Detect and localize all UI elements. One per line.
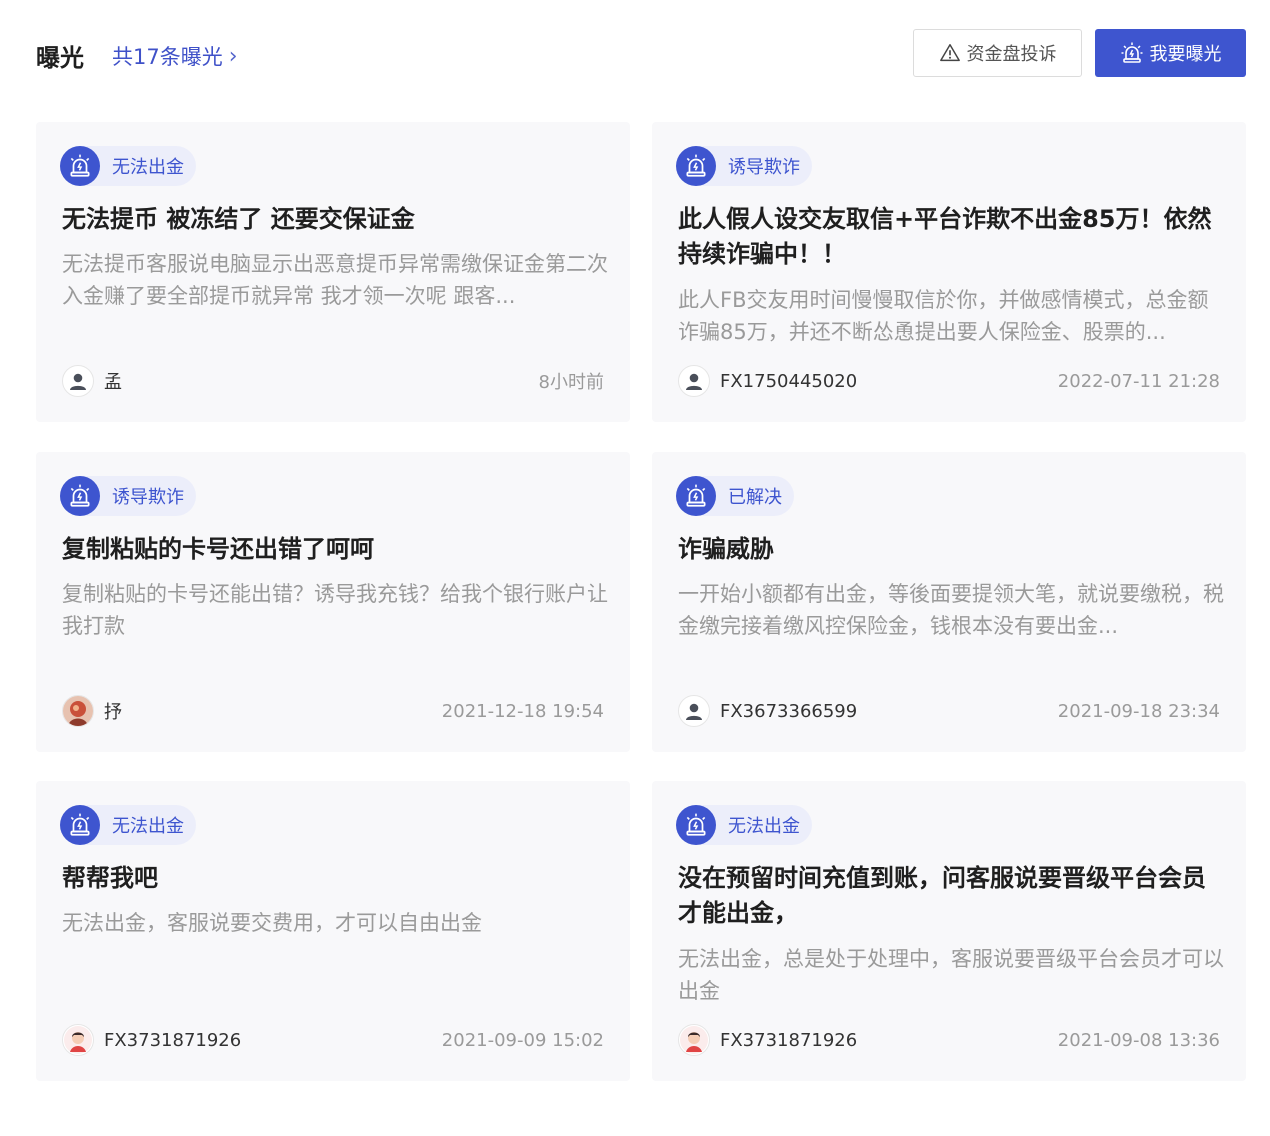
category-tag-label: 无法出金 [728,816,800,837]
card-title: 诈骗威胁 [678,535,774,563]
exposure-count-label: 共17条曝光 [112,45,223,69]
category-tag: 无法出金 [60,805,196,845]
card-title: 没在预留时间充值到账，问客服说要晋级平台会员才能出金， [678,864,1206,927]
page-header: 曝光 共17条曝光 › 资金盘投诉 我要曝光 [36,28,1246,78]
card-username: FX3731871926 [104,1029,242,1051]
category-tag: 诱导欺诈 [676,146,812,186]
card-username: FX3673366599 [720,700,858,722]
category-tag: 无法出金 [60,146,196,186]
card-timestamp: 2021-12-18 19:54 [441,700,604,722]
alarm-icon [676,146,716,186]
card-footer: FX3673366599 2021-09-18 23:34 [678,695,1220,727]
expose-button[interactable]: 我要曝光 [1095,29,1246,77]
card-footer: 抒 2021-12-18 19:54 [62,695,604,727]
card-timestamp: 2021-09-08 13:36 [1057,1029,1220,1051]
card-username: 抒 [104,702,122,723]
complaint-button-label: 资金盘投诉 [966,44,1057,65]
exposure-card[interactable]: 已解决 诈骗威胁 一开始小额都有出金，等後面要提领大笔，就说要缴税，税金缴完接着… [652,452,1246,752]
exposure-card[interactable]: 诱导欺诈 此人假人设交友取信+平台诈欺不出金85万！依然持续诈骗中！！ 此人FB… [652,122,1246,422]
card-title: 此人假人设交友取信+平台诈欺不出金85万！依然持续诈骗中！！ [678,205,1212,268]
category-tag: 已解决 [676,476,794,516]
page-title: 曝光 [36,44,84,72]
expose-button-label: 我要曝光 [1149,44,1222,65]
card-username: FX1750445020 [720,370,858,392]
card-title: 复制粘贴的卡号还出错了呵呵 [62,535,374,563]
card-timestamp: 8小时前 [538,372,604,393]
card-footer: FX3731871926 2021-09-09 15:02 [62,1024,604,1056]
alarm-icon [60,805,100,845]
cartoon-avatar-icon [62,1024,94,1056]
alarm-icon [1121,42,1142,63]
card-description: 此人FB交友用时间慢慢取信於你，并做感情模式，总金额诈骗85万，并还不断怂恿提出… [678,288,1209,344]
exposure-card[interactable]: 无法出金 帮帮我吧 无法出金，客服说要交费用，才可以自由出金 FX3731871… [36,781,630,1081]
category-tag-label: 无法出金 [112,157,184,178]
card-description: 无法出金，总是处于处理中，客服说要晋级平台会员才可以出金 [678,947,1224,1003]
card-description: 一开始小额都有出金，等後面要提领大笔，就说要缴税，税金缴完接着缴风控保险金，钱根… [678,582,1224,638]
card-description: 无法出金，客服说要交费用，才可以自由出金 [62,911,482,935]
card-title: 帮帮我吧 [62,864,158,892]
exposure-count-link[interactable]: 共17条曝光 › [112,41,238,71]
card-timestamp: 2021-09-09 15:02 [441,1029,604,1051]
cartoon-avatar-icon [678,1024,710,1056]
category-tag-label: 已解决 [728,487,782,508]
chevron-right-icon: › [228,43,238,69]
default-avatar-icon [62,365,94,397]
default-avatar-icon [678,365,710,397]
alarm-icon [676,476,716,516]
card-timestamp: 2021-09-18 23:34 [1057,700,1220,722]
exposure-card[interactable]: 诱导欺诈 复制粘贴的卡号还出错了呵呵 复制粘贴的卡号还能出错？诱导我充钱？给我个… [36,452,630,752]
alarm-icon [60,476,100,516]
card-title: 无法提币 被冻结了 还要交保证金 [62,205,415,233]
category-tag-label: 无法出金 [112,816,184,837]
category-tag: 无法出金 [676,805,812,845]
card-footer: 孟 8小时前 [62,365,604,397]
default-avatar-icon [678,695,710,727]
card-footer: FX1750445020 2022-07-11 21:28 [678,365,1220,397]
card-timestamp: 2022-07-11 21:28 [1057,370,1220,392]
exposure-card[interactable]: 无法出金 没在预留时间充值到账，问客服说要晋级平台会员才能出金， 无法出金，总是… [652,781,1246,1081]
photo-avatar-icon [62,695,94,727]
category-tag-label: 诱导欺诈 [112,487,184,508]
exposure-card[interactable]: 无法出金 无法提币 被冻结了 还要交保证金 无法提币客服说电脑显示出恶意提币异常… [36,122,630,422]
card-username: FX3731871926 [720,1029,858,1051]
warning-icon [939,44,960,62]
alarm-icon [676,805,716,845]
card-username: 孟 [104,372,122,393]
category-tag: 诱导欺诈 [60,476,196,516]
category-tag-label: 诱导欺诈 [728,157,800,178]
card-description: 无法提币客服说电脑显示出恶意提币异常需缴保证金第二次入金赚了要全部提币就异常 我… [62,252,608,308]
complaint-button[interactable]: 资金盘投诉 [913,29,1082,77]
card-footer: FX3731871926 2021-09-08 13:36 [678,1024,1220,1056]
card-description: 复制粘贴的卡号还能出错？诱导我充钱？给我个银行账户让我打款 [62,582,608,638]
alarm-icon [60,146,100,186]
